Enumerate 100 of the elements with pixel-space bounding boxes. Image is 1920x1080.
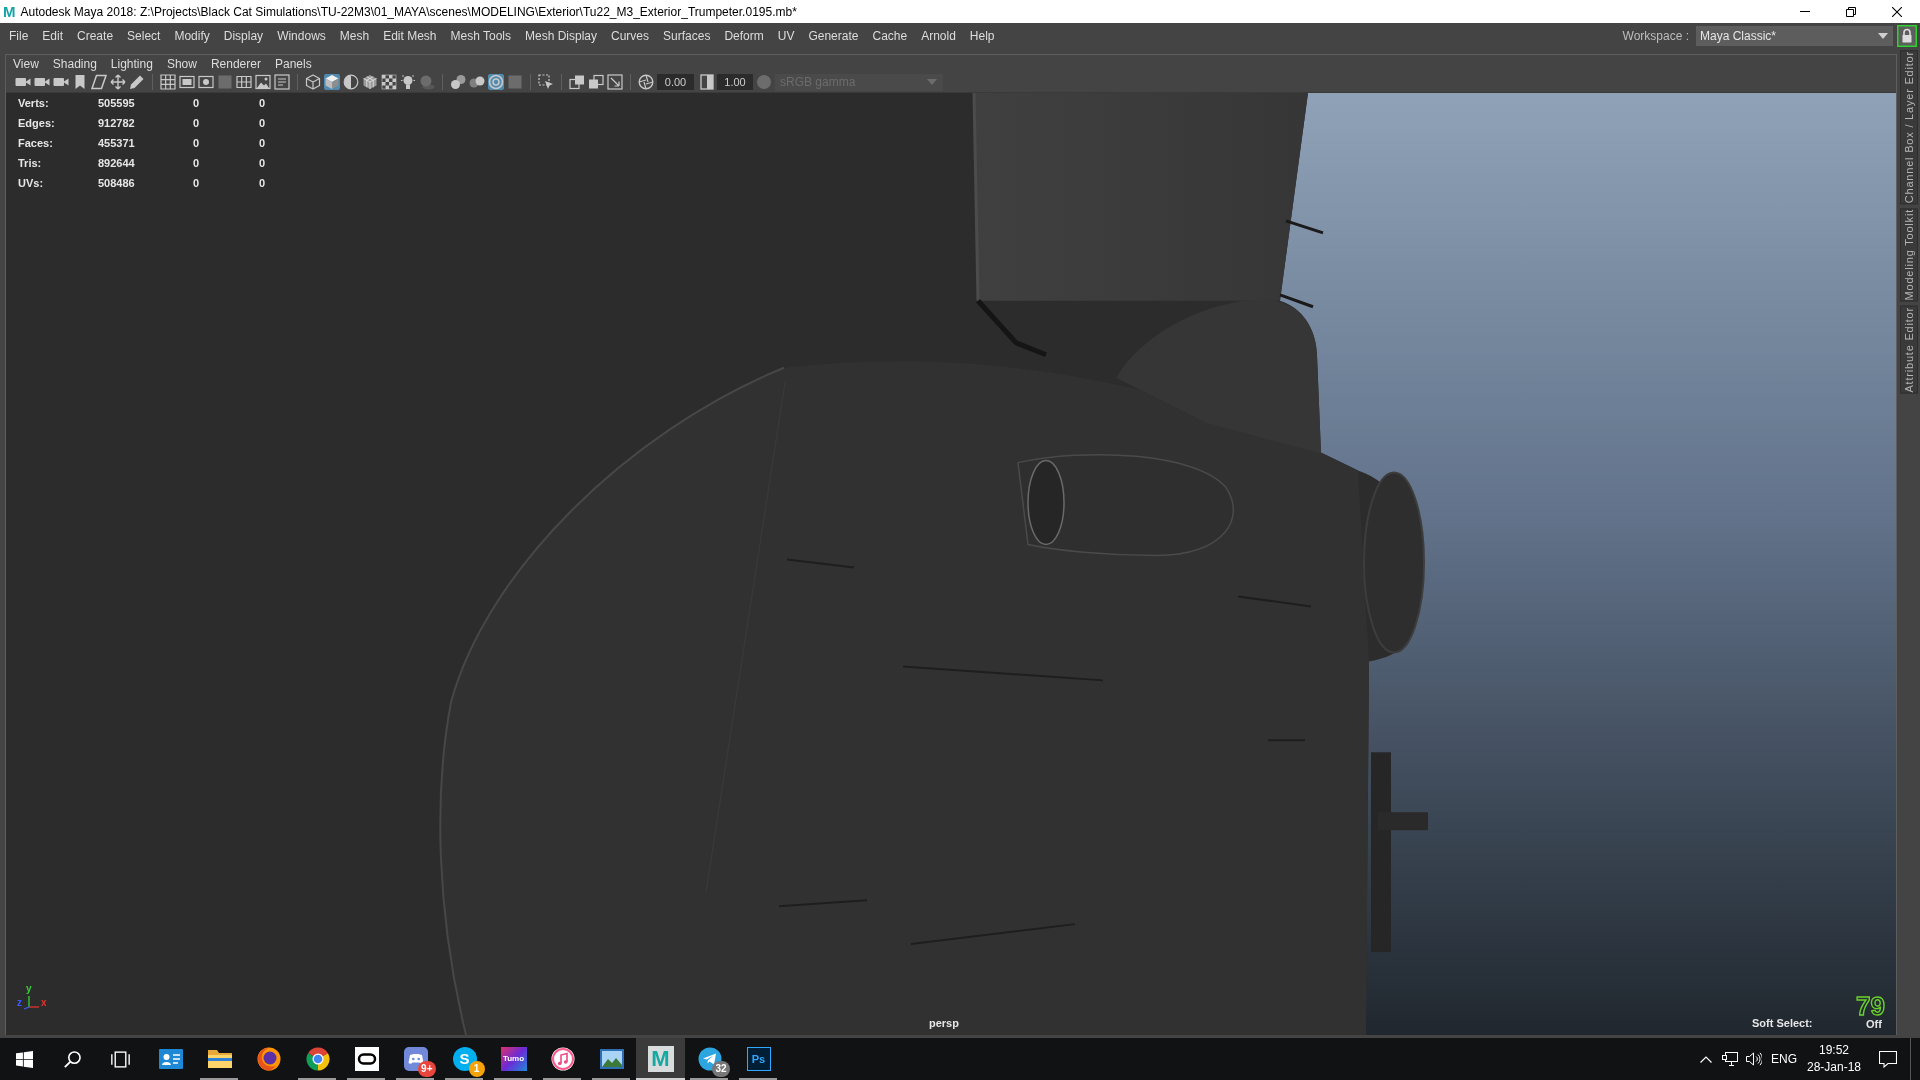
menu-item[interactable]: Modify [167, 26, 217, 45]
grid-cube-icon[interactable] [362, 74, 378, 90]
text-logo: Tumo [500, 1047, 527, 1071]
stat-value: 0 [259, 95, 267, 111]
soft-select-label: Soft Select: [1752, 1015, 1813, 1031]
menu-item[interactable]: Mesh Display [518, 26, 605, 45]
panel-menu-item[interactable]: View [6, 55, 46, 72]
menu-item[interactable]: Generate [801, 26, 866, 45]
taskbar-button[interactable]: Ps [734, 1038, 783, 1080]
move-arrows-icon[interactable] [110, 74, 126, 90]
window-title: Autodesk Maya 2018: Z:\Projects\Black Cat Simulations\TU-22M3\01_MAYA\scenes\MODELING\Exterior\Tu22_M3_Exterior_Trumpeter.0195.mb* [20, 3, 797, 21]
menu-item[interactable]: Mesh Tools [443, 26, 518, 45]
menu-item[interactable]: Help [962, 26, 1002, 45]
menu-item[interactable]: Display [216, 26, 271, 45]
axis-label: z [17, 998, 22, 1008]
stat-label: Verts: [18, 95, 50, 111]
slanted-plane-icon[interactable] [91, 74, 107, 90]
axis-label: x [41, 998, 47, 1008]
stat-value: 0 [193, 175, 201, 191]
stat-value: 0 [193, 155, 201, 171]
swirl-globe-icon [256, 1047, 281, 1071]
panel-menu-item[interactable]: Renderer [203, 55, 268, 72]
chevron-up-icon[interactable] [1700, 1055, 1712, 1063]
menu-item[interactable]: Curves [604, 26, 657, 45]
letter-logo: Ps [746, 1047, 771, 1071]
stat-label: Edges: [18, 115, 56, 131]
side-tab[interactable]: Modeling Toolkit [1900, 208, 1918, 302]
letter-logo: M [647, 1046, 674, 1072]
notification-badge: 9+ [418, 1061, 436, 1077]
overlapping-squares-icon[interactable] [588, 74, 604, 90]
half-shaded-circle-icon[interactable] [343, 74, 359, 90]
speaker-icon[interactable] [1746, 1052, 1762, 1066]
aperture-icon[interactable] [638, 74, 654, 90]
visor-icon [354, 1047, 379, 1071]
side-tab[interactable]: Channel Box / Layer Editor [1900, 50, 1918, 205]
task-view-icon[interactable] [110, 1050, 130, 1068]
menu-item[interactable]: Deform [717, 26, 771, 45]
search-icon[interactable] [63, 1050, 81, 1068]
checkerboard-icon[interactable] [381, 74, 397, 90]
text-lines-frame-icon[interactable] [274, 74, 290, 90]
half-filled-square-icon[interactable] [699, 74, 715, 90]
menu-item[interactable]: UV [770, 26, 802, 45]
grid-icon[interactable] [160, 74, 176, 90]
menu-item[interactable]: Arnold [914, 26, 963, 45]
panel-menu-item[interactable]: Shading [45, 55, 104, 72]
menu-item[interactable]: Surfaces [656, 26, 718, 45]
stat-value: 912782 [98, 115, 136, 131]
light-bulb-icon[interactable] [400, 74, 416, 90]
taskbar-button[interactable]: Tumo [489, 1038, 538, 1080]
lock-icon[interactable] [1897, 24, 1917, 47]
music-note-icon [550, 1047, 575, 1071]
workspace-dropdown[interactable]: Maya Classic* [1696, 25, 1893, 46]
language-indicator[interactable]: ENG [1771, 1050, 1797, 1068]
panel-menu-item[interactable]: Panels [267, 55, 319, 72]
speech-bubble-icon[interactable] [1879, 1050, 1897, 1068]
caret-down-icon [1878, 32, 1888, 39]
two-spheres-icon[interactable] [450, 74, 466, 90]
concentric-rings-icon[interactable] [488, 74, 504, 90]
stat-label: Tris: [18, 155, 43, 171]
shaded-cube-icon[interactable] [324, 74, 340, 90]
exposure-field[interactable]: 0.00 [657, 74, 694, 90]
stat-value: 0 [193, 95, 201, 111]
menu-item[interactable]: Windows [270, 26, 333, 45]
menu-item[interactable]: Cache [865, 26, 915, 45]
clock[interactable]: 19:52 28-Jan-18 [1806, 1042, 1861, 1076]
caret-down-icon [927, 79, 937, 85]
axis-lines-icon [23, 995, 40, 1010]
wireframe-cube-icon[interactable] [305, 74, 321, 90]
stat-value: 455371 [98, 135, 136, 151]
stat-value: 892644 [98, 155, 136, 171]
frame-grid-icon[interactable] [236, 74, 252, 90]
menu-item[interactable]: Create [70, 26, 121, 45]
menu-item[interactable]: Select [120, 26, 168, 45]
panel-menu-item[interactable]: Lighting [103, 55, 160, 72]
menu-item[interactable]: Edit Mesh [376, 26, 444, 45]
stat-value: 505595 [98, 95, 136, 111]
close-icon[interactable] [1892, 6, 1902, 17]
four-panes-icon[interactable] [15, 1050, 33, 1068]
fps-counter: 79 [1856, 996, 1885, 1016]
side-tab[interactable]: Attribute Editor [1900, 305, 1918, 394]
menu-item[interactable]: Mesh [332, 26, 377, 45]
overlapping-squares-icon[interactable] [569, 74, 585, 90]
menu-item[interactable]: Edit [35, 26, 71, 45]
pencil-icon[interactable] [129, 74, 145, 90]
blurred-spheres-icon[interactable] [469, 74, 485, 90]
stat-value: 0 [193, 115, 201, 131]
gamma-field[interactable]: 1.00 [717, 74, 753, 90]
taskbar-button[interactable]: 9+ [391, 1038, 440, 1080]
menu-item[interactable]: File [2, 26, 36, 45]
network-icon[interactable] [1722, 1052, 1738, 1066]
picture-icon[interactable] [255, 74, 271, 90]
selection-cursor-icon[interactable] [538, 74, 554, 90]
axis-label: y [26, 984, 32, 994]
taskbar-button[interactable]: 32 [685, 1038, 734, 1080]
panel-menu-item[interactable]: Show [159, 55, 204, 72]
framed-arrow-icon[interactable] [607, 74, 623, 90]
contact-card-icon [158, 1047, 183, 1071]
notification-badge: 1 [468, 1061, 485, 1077]
frame-icon[interactable] [179, 74, 195, 90]
restore-icon[interactable] [1846, 6, 1856, 17]
